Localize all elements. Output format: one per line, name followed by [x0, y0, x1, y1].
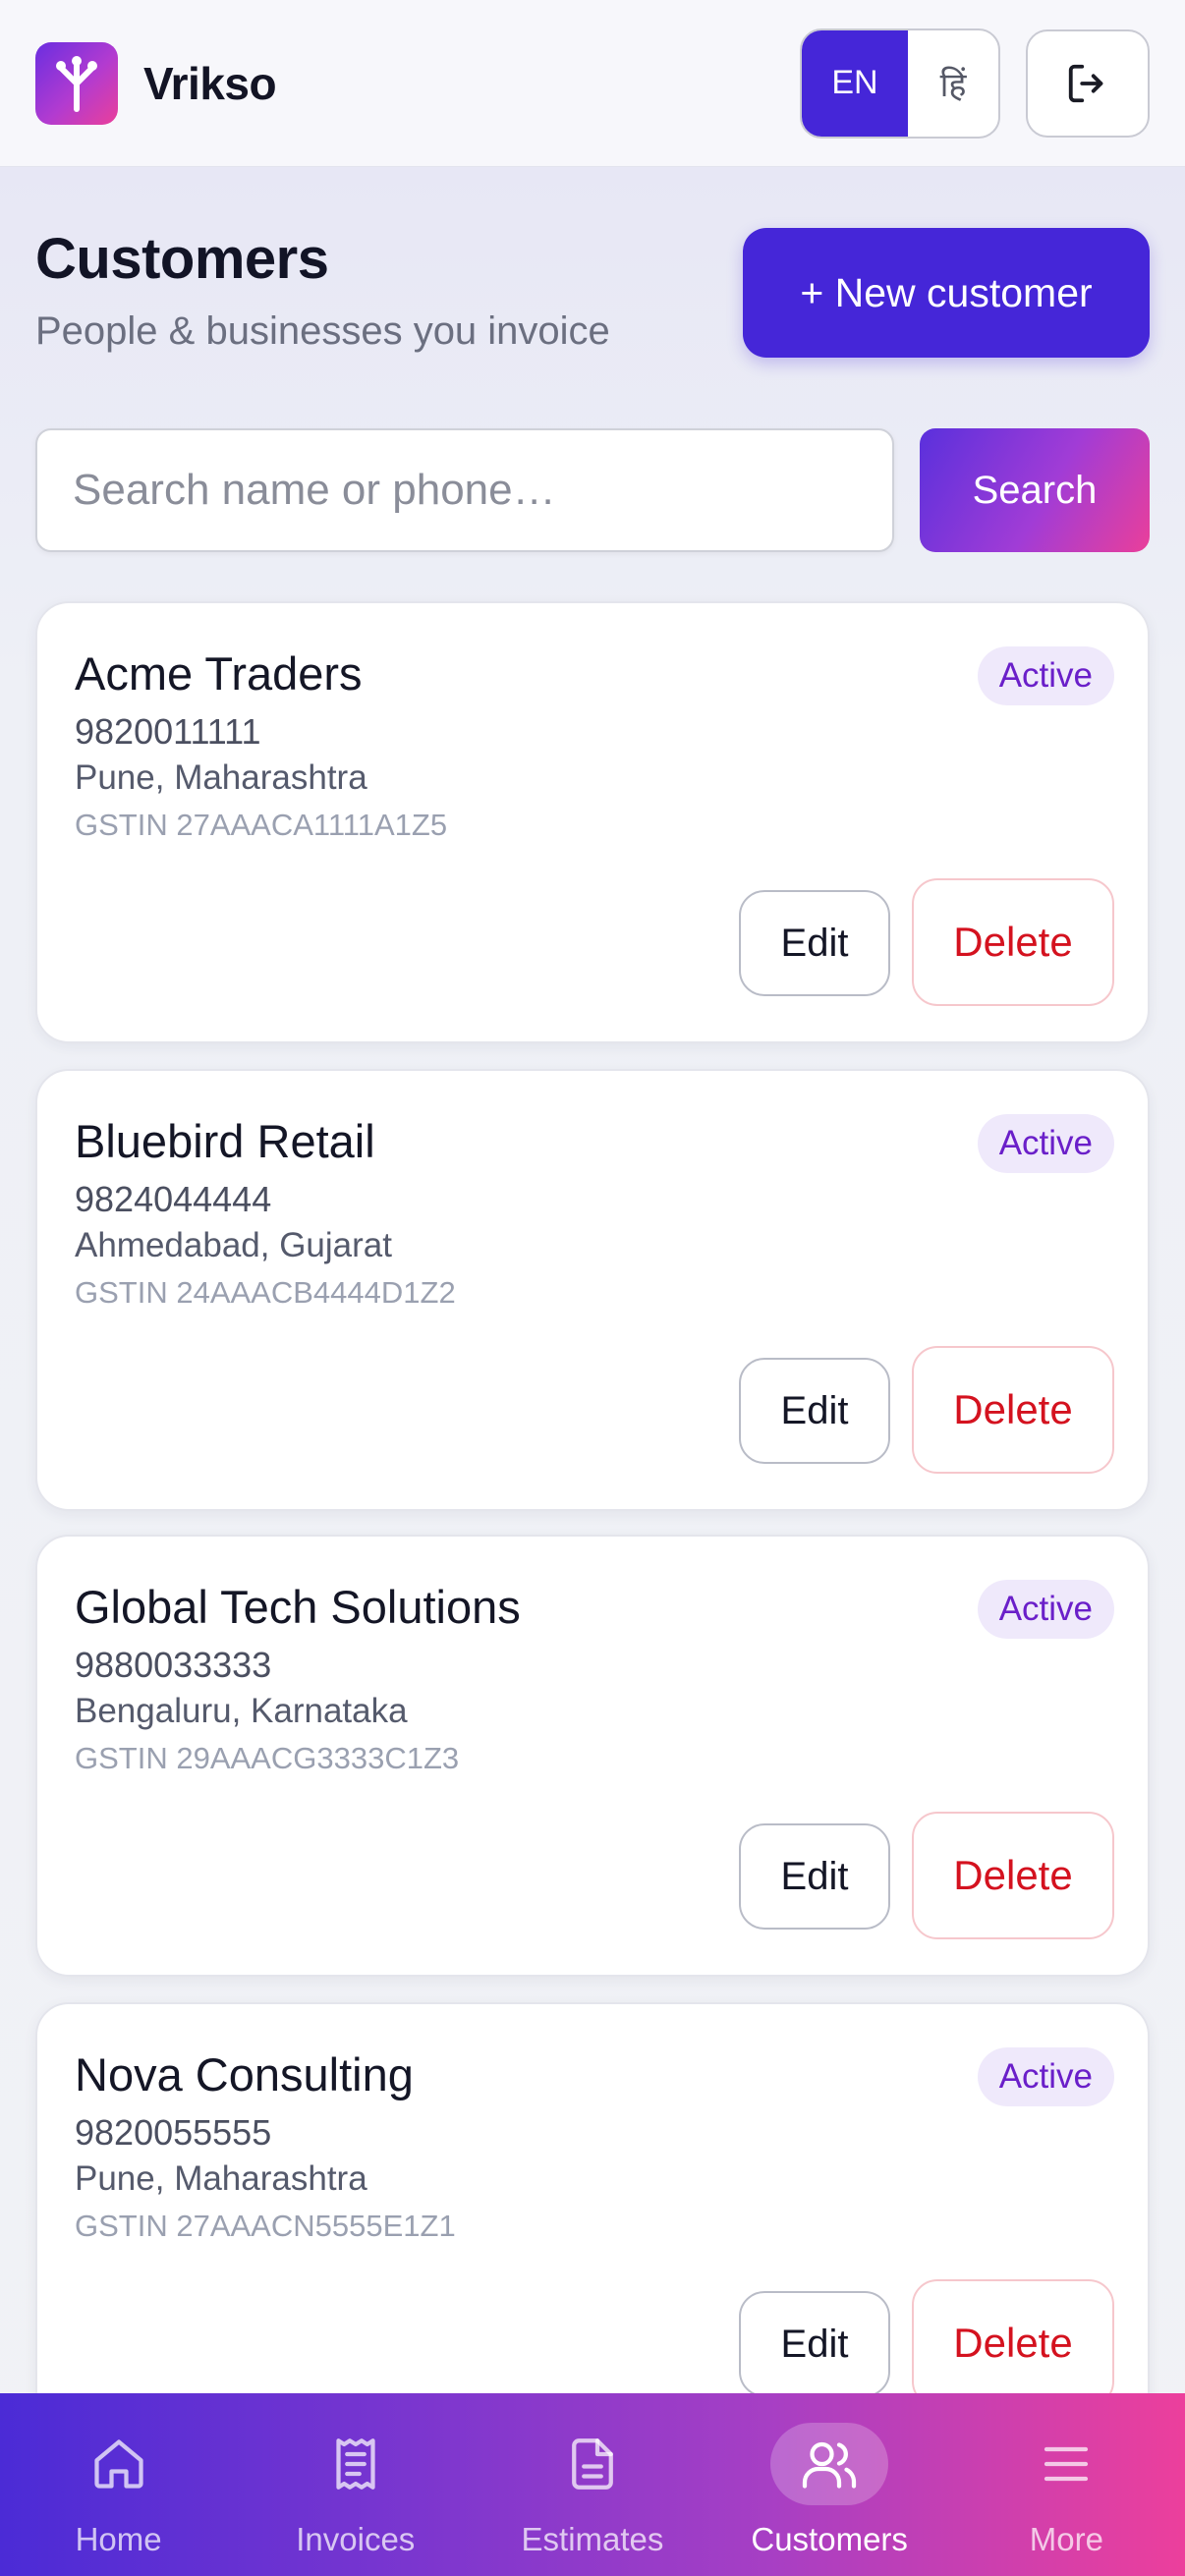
delete-button[interactable]: Delete — [912, 878, 1114, 1006]
nav-item-invoices[interactable]: Invoices — [237, 2393, 474, 2576]
brand-name: Vrikso — [143, 57, 277, 109]
edit-button[interactable]: Edit — [739, 890, 890, 996]
home-icon — [60, 2423, 178, 2505]
status-badge: Active — [977, 1114, 1114, 1173]
customer-location: Ahmedabad, Gujarat — [75, 1226, 392, 1264]
new-customer-button[interactable]: + New customer — [743, 228, 1150, 358]
delete-button[interactable]: Delete — [912, 2279, 1114, 2407]
search-bar: Search — [35, 428, 1150, 552]
delete-button[interactable]: Delete — [912, 1346, 1114, 1474]
customer-gstin: GSTIN 27AAACN5555E1Z1 — [75, 2209, 456, 2243]
customer-name: Bluebird Retail — [75, 1115, 375, 1167]
receipt-icon — [297, 2423, 415, 2505]
logout-icon — [1068, 64, 1103, 102]
customer-name: Global Tech Solutions — [75, 1581, 521, 1633]
nav-label: Home — [75, 2521, 162, 2557]
language-hindi-option[interactable]: हिं — [908, 30, 998, 137]
customer-location: Pune, Maharashtra — [75, 2159, 367, 2198]
app-header: Vrikso EN हिं — [0, 0, 1185, 167]
nav-label: More — [1029, 2521, 1103, 2557]
customer-name: Nova Consulting — [75, 2048, 414, 2100]
status-badge: Active — [977, 646, 1114, 705]
nav-label: Estimates — [521, 2521, 664, 2557]
document-icon — [534, 2423, 651, 2505]
customer-phone: 9880033333 — [75, 1645, 272, 1685]
delete-button[interactable]: Delete — [912, 1812, 1114, 1939]
search-button[interactable]: Search — [920, 428, 1150, 552]
customer-gstin: GSTIN 29AAACG3333C1Z3 — [75, 1741, 460, 1775]
page-subtitle: People & businesses you invoice — [35, 309, 610, 353]
customer-phone: 9820055555 — [75, 2112, 272, 2153]
customers-page: Customers People & businesses you invoic… — [0, 167, 1185, 2576]
nav-item-home[interactable]: Home — [0, 2393, 237, 2576]
customer-name: Acme Traders — [75, 647, 363, 700]
search-input[interactable] — [35, 428, 894, 552]
customer-phone: 9820011111 — [75, 711, 261, 752]
customer-card: Bluebird Retail 9824044444 Ahmedabad, Gu… — [35, 1069, 1150, 1511]
users-icon — [770, 2423, 889, 2505]
edit-button[interactable]: Edit — [739, 1823, 890, 1930]
customer-card: Global Tech Solutions 9880033333 Bengalu… — [35, 1535, 1150, 1977]
customer-phone: 9824044444 — [75, 1179, 272, 1219]
nav-label: Invoices — [296, 2521, 416, 2557]
nav-label: Customers — [751, 2521, 908, 2557]
customer-gstin: GSTIN 24AAACB4444D1Z2 — [75, 1275, 456, 1310]
language-english-option[interactable]: EN — [802, 29, 908, 137]
customer-location: Pune, Maharashtra — [75, 758, 367, 797]
customer-card: Nova Consulting 9820055555 Pune, Maharas… — [35, 2002, 1150, 2444]
menu-icon — [1007, 2423, 1125, 2505]
language-toggle: EN हिं — [800, 28, 1000, 139]
customer-card: Acme Traders 9820011111 Pune, Maharashtr… — [35, 601, 1150, 1043]
nav-item-customers[interactable]: Customers — [711, 2393, 948, 2576]
customer-gstin: GSTIN 27AAACA1111A1Z5 — [75, 808, 448, 842]
nav-item-estimates[interactable]: Estimates — [474, 2393, 710, 2576]
status-badge: Active — [977, 1580, 1114, 1639]
edit-button[interactable]: Edit — [739, 1358, 890, 1464]
vrikso-logo-icon — [35, 41, 118, 125]
bottom-navigation: Home Invoices Estimates Customers More — [0, 2393, 1185, 2576]
page-header: Customers People & businesses you invoic… — [35, 226, 610, 354]
logout-button[interactable] — [1026, 28, 1150, 138]
edit-button[interactable]: Edit — [739, 2291, 890, 2397]
page-title: Customers — [35, 227, 329, 291]
customer-location: Bengaluru, Karnataka — [75, 1692, 408, 1730]
status-badge: Active — [977, 2047, 1114, 2106]
nav-item-more[interactable]: More — [948, 2393, 1185, 2576]
